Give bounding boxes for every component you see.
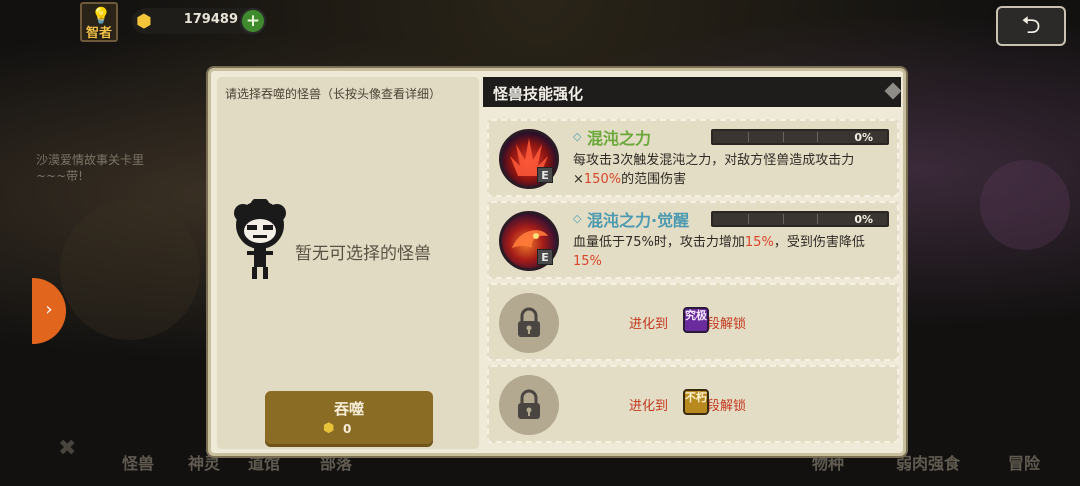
- mascot-icon: [234, 199, 286, 279]
- nav-item-survival[interactable]: 弱肉强食: [896, 450, 960, 474]
- top-hud: 💡 智者 ⬢ 179489 + ⮌: [0, 0, 1080, 46]
- back-arrow-icon: ⮌: [1021, 11, 1041, 39]
- lock-icon: [499, 293, 559, 353]
- devour-cost-value: 0: [343, 422, 352, 436]
- devour-panel: 请选择吞噬的怪兽（长按头像查看详细） 暂无可选择的怪兽 吞噬 ⬢ 0: [217, 77, 479, 449]
- background-quest-note: 沙漠爱情故事关卡里 ~~~带!: [36, 153, 145, 183]
- gold-coin-icon: ⬢: [323, 421, 335, 436]
- skill-name: 混沌之力·觉醒: [587, 211, 690, 230]
- back-button[interactable]: ⮌: [996, 6, 1066, 46]
- skill-desc-text: 血量低于75%时，攻击力增加: [573, 235, 745, 250]
- skill-name: 混沌之力: [587, 129, 652, 148]
- skill-grade-badge: E: [537, 167, 553, 183]
- skill-panel-title: 怪兽技能强化: [493, 85, 584, 103]
- nav-item-monster[interactable]: 怪兽: [122, 450, 154, 474]
- skill-progress-label: 0%: [854, 213, 873, 226]
- add-currency-button[interactable]: +: [240, 8, 266, 34]
- rank-label: 智者: [85, 26, 112, 41]
- skill-grade-badge: E: [537, 249, 553, 265]
- header-diamond-icon: [884, 82, 902, 100]
- diamond-icon: ◇: [573, 212, 582, 225]
- skill-progress-bar: 0%: [711, 211, 889, 227]
- skill-desc-highlight: 15%: [744, 235, 774, 250]
- skill-card[interactable]: E ◇ 混沌之力 0% 每攻击3次触发混沌之力，对敌方怪兽造成攻击力×150%的…: [487, 119, 899, 197]
- devour-button[interactable]: 吞噬 ⬢ 0: [265, 391, 433, 447]
- skill-desc-highlight: 150%: [583, 172, 622, 187]
- devour-panel-title: 请选择吞噬的怪兽（长按头像查看详细）: [225, 87, 442, 101]
- evolution-stage-badge: 究极: [683, 307, 709, 333]
- lock-icon: [499, 375, 559, 435]
- unlock-text-pre: 进化到: [629, 399, 669, 414]
- skill-desc-highlight: 15%: [573, 254, 602, 269]
- skill-enhance-panel: 怪兽技能强化 E ◇ 混沌之力 0% 每攻击3次触发混沌之力，对敌方怪兽造成攻击…: [483, 77, 902, 449]
- devour-button-label: 吞噬: [333, 400, 364, 418]
- unlock-text-pre: 进化到: [629, 317, 669, 332]
- locked-skill-card[interactable]: 进化到 阶段解锁 究极: [487, 283, 899, 361]
- empty-state: 暂无可选择的怪兽: [231, 199, 471, 289]
- skill-panel-header: 怪兽技能强化: [483, 77, 902, 107]
- locked-skill-card[interactable]: 进化到 阶段解锁 不朽: [487, 365, 899, 443]
- skill-card[interactable]: E ◇ 混沌之力·觉醒 0% 血量低于75%时，攻击力增加15%，受到伤害降低1…: [487, 201, 899, 279]
- skill-progress-label: 0%: [854, 131, 873, 144]
- currency-display: ⬢ 179489 +: [132, 8, 266, 34]
- nav-item-adventure[interactable]: 冒险: [1008, 450, 1040, 474]
- skill-progress-bar: 0%: [711, 129, 889, 145]
- background-orb: [980, 160, 1070, 250]
- monster-enhance-modal: 请选择吞噬的怪兽（长按头像查看详细） 暂无可选择的怪兽 吞噬 ⬢ 0 怪兽技能强…: [208, 68, 906, 456]
- skill-description: 每攻击3次触发混沌之力，对敌方怪兽造成攻击力×150%的范围伤害: [573, 151, 891, 189]
- evolution-stage-badge: 不朽: [683, 389, 709, 415]
- diamond-icon: ◇: [573, 130, 582, 143]
- rank-badge[interactable]: 💡 智者: [80, 2, 118, 42]
- chevron-right-icon: ›: [45, 299, 53, 320]
- currency-value: 179489: [183, 12, 238, 27]
- background-orb: [60, 200, 200, 340]
- skill-description: 血量低于75%时，攻击力增加15%，受到伤害降低15%: [573, 233, 891, 271]
- empty-state-text: 暂无可选择的怪兽: [295, 244, 431, 264]
- crossed-swords-icon: ✖: [58, 436, 77, 461]
- gold-coin-icon: ⬢: [136, 11, 152, 32]
- skill-desc-text: 的范围伤害: [621, 172, 687, 187]
- skill-desc-text: ，受到伤害降低: [773, 235, 865, 250]
